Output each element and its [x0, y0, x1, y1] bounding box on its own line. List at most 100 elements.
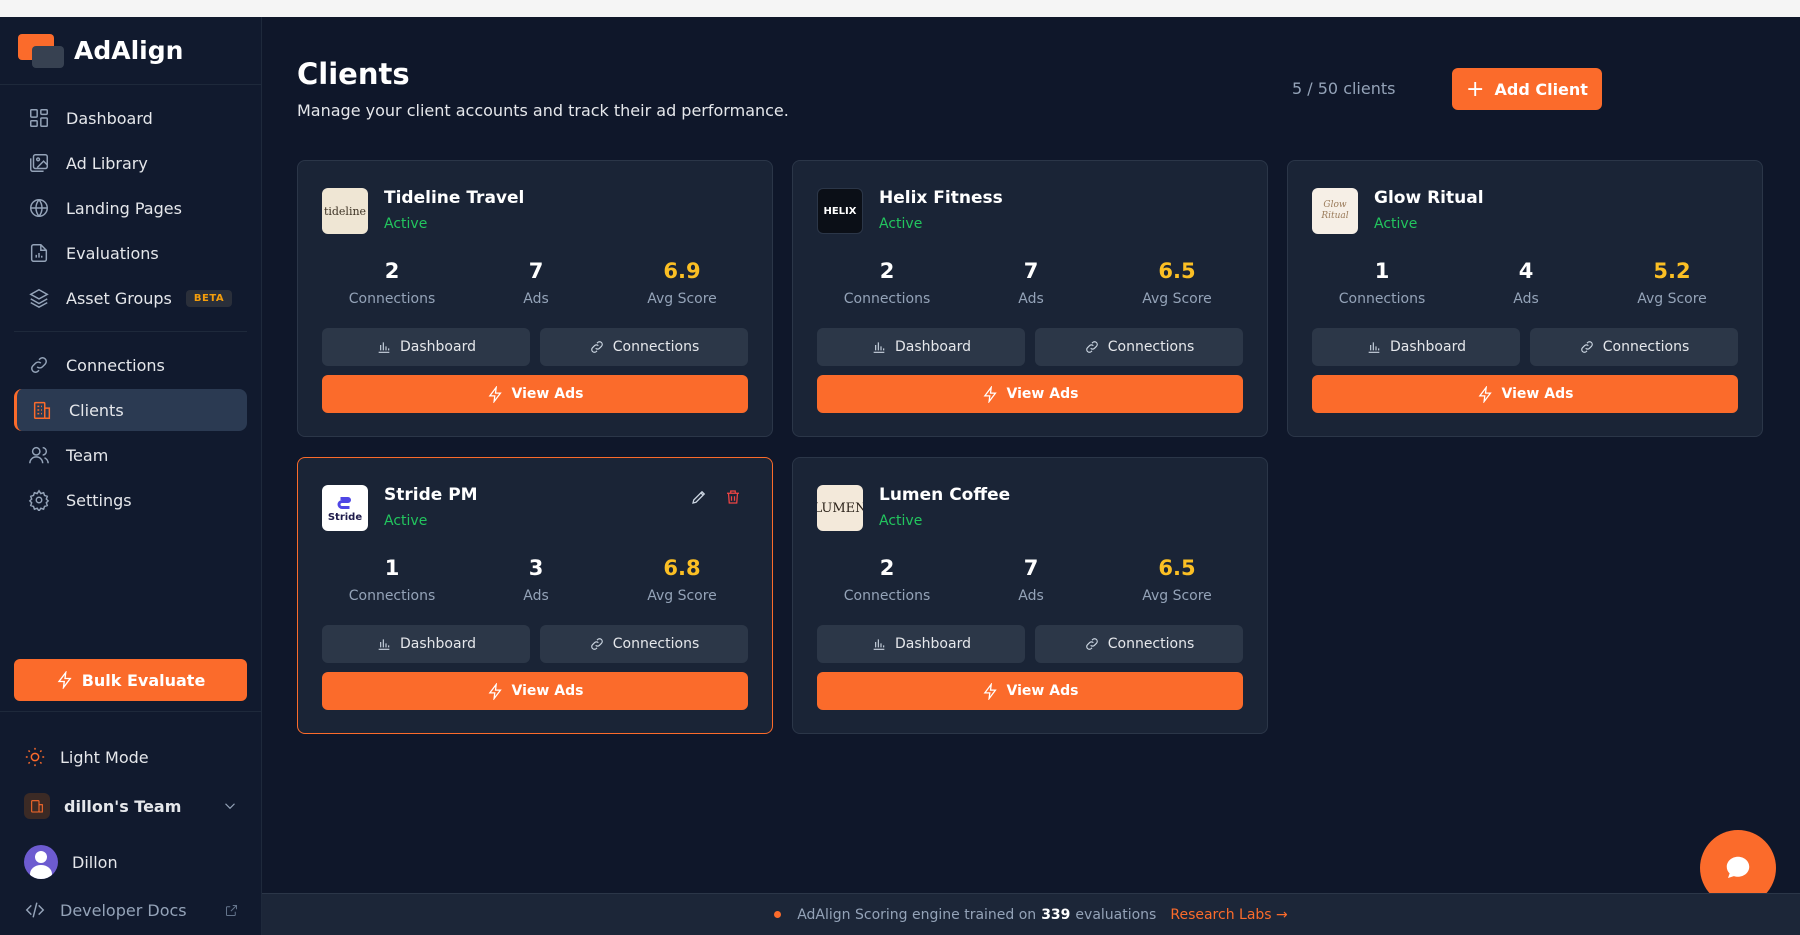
- users-icon: [29, 446, 49, 464]
- bar-chart-icon: [873, 639, 885, 650]
- sidebar-item-asset-groups[interactable]: Asset Groups BETA: [14, 277, 247, 319]
- app-window: AdAlign Dashboard Ad Library Landing Pag…: [0, 17, 1800, 935]
- status-dot: [774, 911, 782, 918]
- view-ads-button[interactable]: View Ads: [1312, 375, 1738, 413]
- view-ads-button[interactable]: View Ads: [322, 672, 748, 710]
- developer-docs-label: Developer Docs: [60, 900, 187, 920]
- plus-icon: +: [1466, 76, 1485, 102]
- nav-divider: [14, 331, 247, 332]
- chevron-down-icon: [225, 803, 235, 810]
- developer-docs-link[interactable]: Developer Docs: [24, 899, 239, 921]
- client-name: Stride PM: [384, 485, 478, 505]
- client-card[interactable]: tideline Tideline Travel Active 2 Connect…: [297, 160, 773, 437]
- research-labs-link[interactable]: Research Labs →: [1170, 907, 1287, 923]
- page-subtitle: Manage your client accounts and track th…: [297, 101, 789, 120]
- client-name: Lumen Coffee: [879, 485, 1011, 505]
- client-count: 5 / 50 clients: [1292, 79, 1396, 98]
- sidebar-item-landing-pages[interactable]: Landing Pages: [14, 187, 247, 229]
- lightning-icon: [983, 682, 997, 700]
- evaluation-count: 339: [1041, 906, 1071, 923]
- link-icon: [1085, 341, 1098, 353]
- client-name: Tideline Travel: [384, 188, 525, 208]
- view-ads-button[interactable]: View Ads: [817, 375, 1243, 413]
- client-card[interactable]: Stride Stride PM Active 1 Connections 3 Ad…: [297, 457, 773, 734]
- stat-connections: 1 Connections: [1338, 259, 1426, 307]
- link-icon: [1580, 341, 1593, 353]
- stat-ads: 4 Ads: [1513, 259, 1539, 307]
- card-actions: [690, 488, 742, 506]
- globe-icon: [30, 199, 48, 217]
- client-card[interactable]: LUMEN Lumen Coffee Active 2 Connections 7…: [792, 457, 1268, 734]
- sidebar-item-clients[interactable]: Clients: [14, 389, 247, 431]
- dashboard-button[interactable]: Dashboard: [817, 328, 1025, 366]
- stride-logo-icon: [337, 496, 351, 509]
- status-badge: Active: [1374, 216, 1418, 232]
- lightning-icon: [1478, 385, 1492, 403]
- sidebar-item-team[interactable]: Team: [14, 434, 247, 476]
- dashboard-button[interactable]: Dashboard: [817, 625, 1025, 663]
- gear-icon: [28, 489, 50, 511]
- footer-text: AdAlign Scoring engine trained on: [797, 906, 1037, 923]
- add-client-button[interactable]: + Add Client: [1452, 68, 1602, 110]
- connections-button[interactable]: Connections: [1035, 625, 1243, 663]
- sidebar-item-dashboard[interactable]: Dashboard: [14, 97, 247, 139]
- document-chart-icon: [30, 244, 48, 262]
- stat-connections: 1 Connections: [348, 556, 436, 604]
- team-switcher[interactable]: dillon's Team: [24, 793, 239, 819]
- client-card[interactable]: Glow Ritual Glow Ritual Active 1 Connecti…: [1287, 160, 1763, 437]
- stat-avg-score: 5.2 Avg Score: [1637, 259, 1707, 307]
- stat-ads: 7 Ads: [1018, 556, 1044, 604]
- stat-ads: 3 Ads: [523, 556, 549, 604]
- client-logo-text: Stride: [327, 511, 363, 523]
- client-card[interactable]: HELIX Helix Fitness Active 2 Connections …: [792, 160, 1268, 437]
- grid-icon: [30, 109, 48, 127]
- sun-icon: [25, 747, 45, 767]
- sidebar-item-label: Landing Pages: [66, 198, 182, 218]
- connections-button[interactable]: Connections: [540, 625, 748, 663]
- link-icon: [590, 341, 603, 353]
- sidebar-item-settings[interactable]: Settings: [14, 479, 247, 521]
- client-logo: Glow Ritual: [1312, 188, 1358, 234]
- client-logo: Stride: [322, 485, 368, 531]
- client-name: Glow Ritual: [1374, 188, 1484, 208]
- external-link-icon: [226, 904, 237, 916]
- avatar: [24, 845, 58, 879]
- sidebar-item-ad-library[interactable]: Ad Library: [14, 142, 247, 184]
- footer-text-suffix: evaluations: [1075, 906, 1157, 923]
- view-ads-button[interactable]: View Ads: [817, 672, 1243, 710]
- bar-chart-icon: [873, 342, 885, 353]
- stat-connections: 2 Connections: [843, 556, 931, 604]
- light-mode-label: Light Mode: [60, 747, 149, 767]
- sidebar-item-evaluations[interactable]: Evaluations: [14, 232, 247, 274]
- bar-chart-icon: [378, 639, 390, 650]
- dashboard-button[interactable]: Dashboard: [322, 328, 530, 366]
- link-icon: [1085, 638, 1098, 650]
- pencil-icon[interactable]: [690, 488, 708, 506]
- user-profile[interactable]: Dillon: [24, 845, 118, 879]
- brand-name: AdAlign: [74, 36, 184, 65]
- stat-connections: 2 Connections: [348, 259, 436, 307]
- client-logo: LUMEN: [817, 485, 863, 531]
- view-ads-button[interactable]: View Ads: [322, 375, 748, 413]
- stat-ads: 7 Ads: [1018, 259, 1044, 307]
- stat-ads: 7 Ads: [523, 259, 549, 307]
- stat-avg-score: 6.5 Avg Score: [1142, 556, 1212, 604]
- connections-button[interactable]: Connections: [1035, 328, 1243, 366]
- status-badge: Active: [384, 513, 428, 529]
- client-logo: tideline: [322, 188, 368, 234]
- brand[interactable]: AdAlign: [0, 17, 261, 85]
- light-mode-toggle[interactable]: Light Mode: [24, 746, 149, 768]
- image-stack-icon: [30, 154, 48, 172]
- stat-avg-score: 6.5 Avg Score: [1142, 259, 1212, 307]
- dashboard-button[interactable]: Dashboard: [1312, 328, 1520, 366]
- bulk-evaluate-button[interactable]: Bulk Evaluate: [14, 659, 247, 701]
- link-icon: [590, 638, 603, 650]
- connections-button[interactable]: Connections: [1530, 328, 1738, 366]
- trash-icon[interactable]: [724, 488, 742, 506]
- dashboard-button[interactable]: Dashboard: [322, 625, 530, 663]
- sidebar-item-connections[interactable]: Connections: [14, 344, 247, 386]
- browser-top-strip: [0, 0, 1800, 17]
- stat-avg-score: 6.9 Avg Score: [647, 259, 717, 307]
- beta-badge: BETA: [185, 289, 233, 307]
- connections-button[interactable]: Connections: [540, 328, 748, 366]
